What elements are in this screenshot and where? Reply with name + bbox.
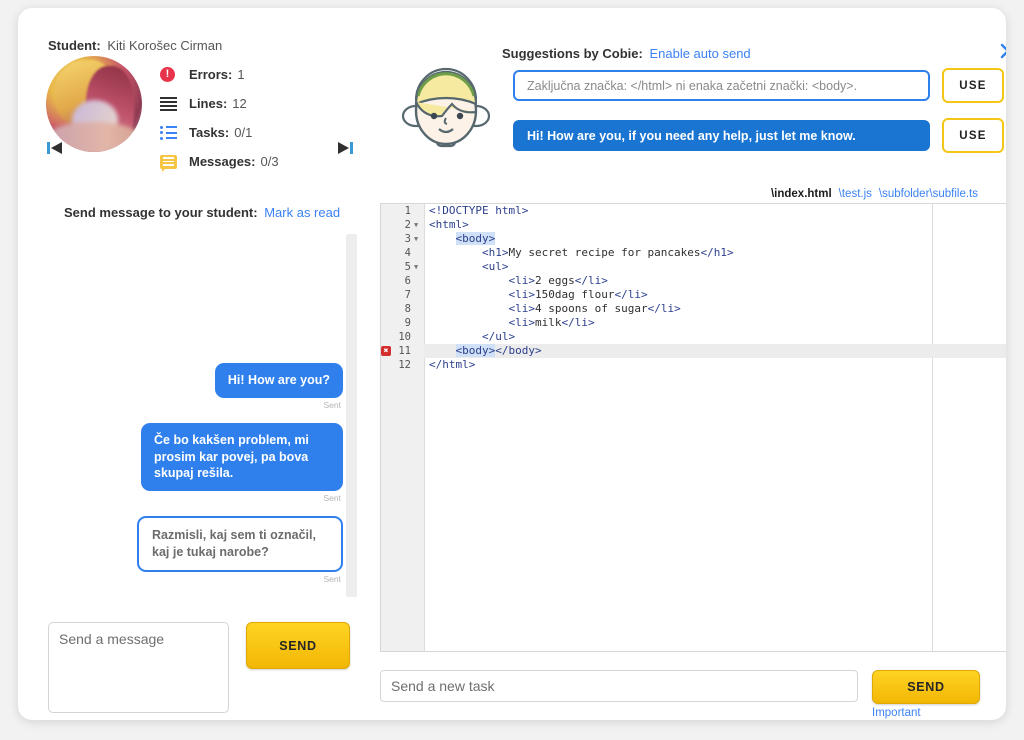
next-student-icon[interactable] — [336, 139, 354, 157]
fold-toggle-icon[interactable]: ▼ — [414, 232, 418, 246]
send-message-button[interactable]: SEND — [246, 622, 350, 669]
line-number: 6 — [404, 275, 411, 287]
code-line-10[interactable]: 10 </ul> — [398, 330, 1006, 344]
stat-label-tasks: Tasks: — [189, 125, 230, 140]
stat-row-errors: ! Errors: 1 — [160, 62, 279, 87]
file-tab-bar: \index.html \test.js \subfolder\subfile.ts — [771, 188, 978, 200]
code-line-7[interactable]: 7 <li>150dag flour</li> — [405, 288, 1006, 302]
error-marker-icon[interactable]: ✖ — [381, 346, 391, 356]
code-line-12[interactable]: 12 </html> — [398, 358, 1006, 372]
line-number: 10 — [398, 331, 411, 343]
code-line-1[interactable]: 1 <!DOCTYPE html> — [405, 204, 1006, 218]
chat-header: Send message to your student: Mark as re… — [64, 205, 340, 220]
file-tab-0[interactable]: \index.html — [771, 188, 832, 200]
message-status: Sent — [323, 493, 342, 504]
line-number: 9 — [404, 317, 411, 329]
suggestions-title: Suggestions by Cobie: — [502, 46, 643, 61]
stat-row-tasks: Tasks: 0/1 — [160, 120, 279, 145]
fold-toggle-icon[interactable]: ▼ — [414, 218, 418, 232]
close-icon[interactable] — [998, 41, 1006, 61]
mark-as-read-link[interactable]: Mark as read — [264, 205, 340, 220]
code-line-11[interactable]: 11 ✖ <body></body> — [381, 344, 1006, 358]
chat-heading: Send message to your student: — [64, 205, 258, 220]
suggestion-text-1[interactable]: Zaključna značka: </html> ni enaka začet… — [513, 70, 930, 101]
code-line-2[interactable]: 2 ▼ <html> — [405, 218, 1006, 232]
chat-scrollbar[interactable] — [346, 234, 357, 597]
chat-messages: Hi! How are you? Sent Če bo kakšen problem… — [44, 362, 343, 597]
cobie-avatar-icon — [394, 56, 498, 160]
stat-label-errors: Errors: — [189, 67, 233, 82]
file-tab-1[interactable]: \test.js — [839, 188, 872, 200]
line-number: 8 — [404, 303, 411, 315]
line-number: 5 — [404, 261, 411, 273]
line-number: 2 — [404, 219, 411, 231]
line-number: 1 — [404, 205, 411, 217]
app-card: Student: Kiti Korošec Cirman ! Errors: 1 — [18, 8, 1006, 720]
new-task-input[interactable] — [380, 670, 858, 702]
chat-bubble[interactable]: Če bo kakšen problem, mi prosim kar pove… — [141, 422, 343, 492]
stat-value-tasks: 0/1 — [234, 125, 253, 140]
line-number: 3 — [404, 233, 411, 245]
chat-bubble[interactable]: Hi! How are you? — [214, 362, 343, 398]
chat-message: Hi! How are you? Sent — [44, 362, 343, 410]
chat-message: Če bo kakšen problem, mi prosim kar pove… — [44, 422, 343, 504]
use-suggestion-button-2[interactable]: USE — [942, 118, 1004, 153]
previous-student-icon[interactable] — [46, 139, 64, 157]
suggestion-text-2[interactable]: Hi! How are you, if you need any help, j… — [513, 120, 930, 151]
suggestion-row-2: Hi! How are you, if you need any help, j… — [513, 118, 1004, 153]
message-status: Sent — [323, 399, 342, 410]
code-line-8[interactable]: 8 <li>4 spoons of sugar</li> — [405, 302, 1006, 316]
enable-auto-send-link[interactable]: Enable auto send — [649, 46, 750, 61]
message-status: Sent — [323, 574, 342, 584]
suggestion-row-1: Zaključna značka: </html> ni enaka začet… — [513, 68, 1004, 103]
avatar — [46, 56, 142, 152]
stat-row-lines: Lines: 12 — [160, 91, 279, 116]
messages-icon — [160, 154, 180, 172]
code-line-9[interactable]: 9 <li>milk</li> — [405, 316, 1006, 330]
stat-label-messages: Messages: — [189, 154, 256, 169]
line-number: 7 — [404, 289, 411, 301]
important-link[interactable]: Important — [872, 707, 921, 719]
file-tab-2[interactable]: \subfolder\subfile.ts — [879, 188, 978, 200]
code-line-3[interactable]: 3 ▼ <body> — [405, 232, 1006, 246]
error-icon: ! — [160, 67, 180, 83]
chat-message-list: Hi! How are you? Sent Če bo kakšen problem… — [44, 234, 357, 597]
code-line-6[interactable]: 6 <li>2 eggs</li> — [405, 274, 1006, 288]
stat-row-messages: Messages: 0/3 — [160, 149, 279, 174]
tasks-icon — [160, 125, 180, 141]
chat-bubble[interactable]: Razmisli, kaj sem ti označil, kaj je tuk… — [137, 516, 343, 572]
stat-value-lines: 12 — [232, 96, 247, 111]
use-suggestion-button-1[interactable]: USE — [942, 68, 1004, 103]
code-content[interactable]: 1 <!DOCTYPE html> 2 ▼ <html> 3 ▼ <body> 4 <h1>M… — [381, 204, 1006, 651]
code-line-4[interactable]: 4 <h1>My secret recipe for pancakes</h1> — [405, 246, 1006, 260]
code-editor[interactable]: 1 <!DOCTYPE html> 2 ▼ <html> 3 ▼ <body> 4 <h1>M… — [380, 203, 1006, 652]
stat-value-errors: 1 — [237, 67, 245, 82]
stat-label-lines: Lines: — [189, 96, 228, 111]
lines-icon — [160, 96, 180, 112]
line-number: 4 — [404, 247, 411, 259]
stat-value-messages: 0/3 — [260, 154, 279, 169]
code-line-5[interactable]: 5 ▼ <ul> — [405, 260, 1006, 274]
chat-message: Razmisli, kaj sem ti označil, kaj je tuk… — [44, 516, 343, 584]
student-stats: ! Errors: 1 Lines: 12 Tasks: 0/1 Message… — [160, 62, 279, 178]
message-composer-input[interactable] — [48, 622, 229, 713]
line-number: 12 — [398, 359, 411, 371]
suggestions-header: Suggestions by Cobie: Enable auto send — [502, 46, 751, 61]
student-name: Kiti Korošec Cirman — [107, 38, 223, 53]
student-label: Student: — [48, 38, 101, 53]
student-header: Student: Kiti Korošec Cirman — [48, 38, 222, 53]
send-task-button[interactable]: SEND — [872, 670, 980, 704]
fold-toggle-icon[interactable]: ▼ — [414, 260, 418, 274]
